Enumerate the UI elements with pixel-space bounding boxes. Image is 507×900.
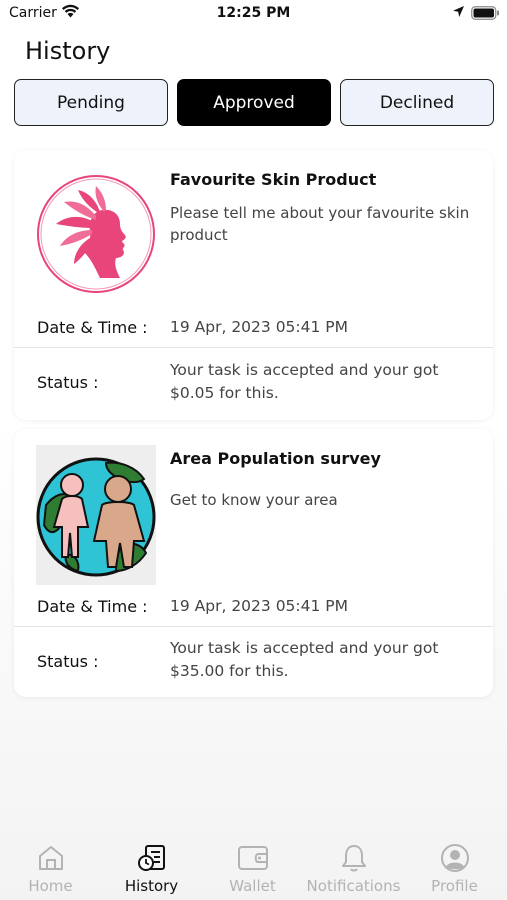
wallet-icon xyxy=(237,846,268,870)
tab-notifications[interactable]: Notifications xyxy=(303,835,404,895)
status-bar: Carrier 12:25 PM xyxy=(0,0,507,30)
datetime-label: Date & Time : xyxy=(37,597,148,616)
task-description: Please tell me about your favourite skin… xyxy=(170,204,470,244)
tab-approved[interactable]: Approved xyxy=(177,79,331,126)
tab-profile[interactable]: Profile xyxy=(404,835,505,895)
tab-declined[interactable]: Declined xyxy=(340,79,494,126)
divider xyxy=(14,626,493,627)
tab-history-label: History xyxy=(124,877,179,895)
datetime-value: 19 Apr, 2023 05:41 PM xyxy=(170,318,349,336)
history-icon xyxy=(137,845,165,871)
tab-profile-label: Profile xyxy=(431,877,478,895)
woman-face-logo-icon xyxy=(37,175,155,293)
page-title: History xyxy=(25,37,111,65)
tab-pending[interactable]: Pending xyxy=(14,79,168,126)
status-label: Status : xyxy=(37,373,99,392)
status-value: Your task is accepted and your got $35.0… xyxy=(170,639,439,680)
tab-history[interactable]: History xyxy=(101,835,202,895)
task-title: Favourite Skin Product xyxy=(170,170,377,189)
task-card[interactable]: Favourite Skin Product Please tell me ab… xyxy=(14,150,493,420)
status-label: Status : xyxy=(37,652,99,671)
datetime-label: Date & Time : xyxy=(37,318,148,337)
location-arrow-icon xyxy=(453,6,464,17)
home-icon xyxy=(38,846,63,870)
tab-home[interactable]: Home xyxy=(0,835,101,895)
globe-people-icon xyxy=(36,445,156,585)
tab-wallet[interactable]: Wallet xyxy=(202,835,303,895)
tab-approved-label: Approved xyxy=(213,92,295,113)
tab-declined-label: Declined xyxy=(379,92,455,113)
tab-home-label: Home xyxy=(28,877,73,895)
task-title: Area Population survey xyxy=(170,449,381,468)
divider xyxy=(14,347,493,348)
tab-notifications-label: Notifications xyxy=(306,877,401,895)
task-description: Get to know your area xyxy=(170,491,338,509)
bell-icon xyxy=(341,845,366,872)
status-value: Your task is accepted and your got $0.05… xyxy=(170,361,439,402)
clock-time: 12:25 PM xyxy=(216,5,291,21)
tab-wallet-label: Wallet xyxy=(229,877,276,895)
task-card[interactable]: Area Population survey Get to know your … xyxy=(14,429,493,697)
datetime-value: 19 Apr, 2023 05:41 PM xyxy=(170,597,349,615)
history-screen: Carrier 12:25 PM History Pending Approve… xyxy=(0,0,507,900)
bottom-tab-bar: Home History Wallet Notifications Profil… xyxy=(0,835,507,900)
battery-icon xyxy=(471,6,499,20)
profile-icon xyxy=(440,844,469,872)
tab-pending-label: Pending xyxy=(57,92,125,113)
